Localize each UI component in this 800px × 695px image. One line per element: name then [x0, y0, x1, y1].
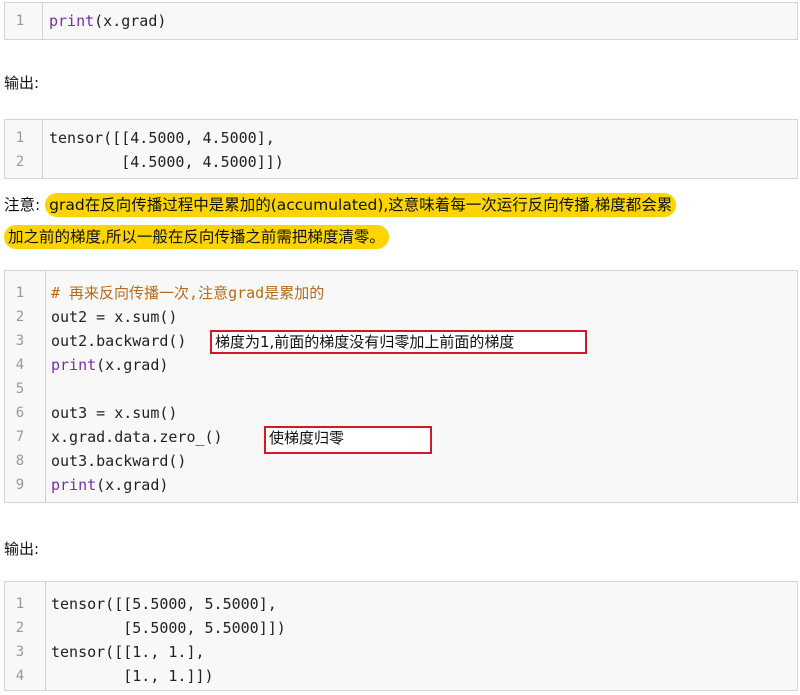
code-line: 2 [5.5000, 5.5000]]) [5, 616, 797, 640]
note-highlight: 加之前的梯度,所以一般在反向传播之前需把梯度清零。 [4, 225, 389, 249]
code-text: out2 = x.sum() [51, 308, 178, 326]
line-number: 1 [15, 596, 25, 612]
note-highlight: grad在反向传播过程中是累加的(accumulated),这意味着每一次运行反… [45, 193, 677, 217]
line-number: 2 [15, 309, 25, 325]
line-number: 1 [15, 130, 25, 146]
note-prefix: 注意: [4, 196, 41, 214]
code-text: [5.5000, 5.5000]]) [51, 619, 286, 637]
code-text: tensor([[5.5000, 5.5000], [51, 595, 277, 613]
line-number: 4 [15, 668, 25, 684]
note-paragraph: 注意: grad在反向传播过程中是累加的(accumulated),这意味着每一… [4, 189, 800, 253]
code-keyword: print [51, 476, 97, 494]
code-line: 2 out2 = x.sum() [5, 305, 797, 329]
line-number: 4 [15, 357, 25, 373]
code-line: 3 tensor([[1., 1.], [5, 640, 797, 664]
code-line: 5 [5, 377, 797, 401]
code-text: out3 = x.sum() [51, 404, 178, 422]
code-text: print(x.grad) [51, 473, 168, 497]
code-line: 6 out3 = x.sum() [5, 401, 797, 425]
code-line: 9 print(x.grad) [5, 473, 797, 497]
code-comment: # 再来反向传播一次,注意grad是累加的 [51, 284, 325, 302]
code-keyword: print [51, 356, 97, 374]
line-number: 1 [15, 285, 25, 301]
code-line: 1 # 再来反向传播一次,注意grad是累加的 [5, 281, 797, 305]
code-line: 1 tensor([[5.5000, 5.5000], [5, 592, 797, 616]
code-line: 4 print(x.grad) [5, 353, 797, 377]
code-text: out3.backward() [51, 452, 187, 470]
line-number: 5 [15, 381, 25, 397]
code-line: 2 [4.5000, 4.5000]]) [5, 150, 797, 174]
code-line: 1 print(x.grad) [5, 9, 797, 33]
code-text: (x.grad) [96, 356, 169, 374]
code-text: (x.grad) [96, 476, 169, 494]
output-label: 输出: [4, 74, 40, 92]
code-line: 1 tensor([[4.5000, 4.5000], [5, 126, 797, 150]
code-text: x.grad.data.zero_() [51, 428, 223, 446]
line-number: 2 [15, 620, 25, 636]
line-number: 1 [15, 13, 25, 29]
code-keyword: print [49, 12, 95, 30]
line-number: 8 [15, 453, 25, 469]
line-number: 9 [15, 477, 25, 493]
code-text: (x.grad) [94, 12, 167, 30]
annotation-zero-note: 使梯度归零 [264, 426, 432, 454]
code-block-2: 1 tensor([[4.5000, 4.5000], 2 [4.5000, 4… [4, 119, 798, 179]
line-number: 2 [15, 154, 25, 170]
line-number: 7 [15, 429, 25, 445]
code-text: [4.5000, 4.5000]]) [49, 153, 284, 171]
code-text: tensor([[4.5000, 4.5000], [49, 129, 275, 147]
line-number: 6 [15, 405, 25, 421]
line-number: 3 [15, 333, 25, 349]
code-text: tensor([[1., 1.], [51, 643, 205, 661]
code-text: print(x.grad) [49, 9, 166, 33]
annotation-backward-note: 梯度为1,前面的梯度没有归零加上前面的梯度 [210, 330, 587, 354]
code-text: [1., 1.]]) [51, 667, 214, 685]
code-line: 4 [1., 1.]]) [5, 664, 797, 688]
code-block-1: 1 print(x.grad) [4, 2, 798, 40]
code-text: out2.backward() [51, 332, 187, 350]
code-text: print(x.grad) [51, 353, 168, 377]
code-block-4: 1 tensor([[5.5000, 5.5000], 2 [5.5000, 5… [4, 581, 798, 691]
code-block-3: 1 # 再来反向传播一次,注意grad是累加的 2 out2 = x.sum()… [4, 270, 798, 503]
line-number: 3 [15, 644, 25, 660]
output-label: 输出: [4, 540, 40, 558]
